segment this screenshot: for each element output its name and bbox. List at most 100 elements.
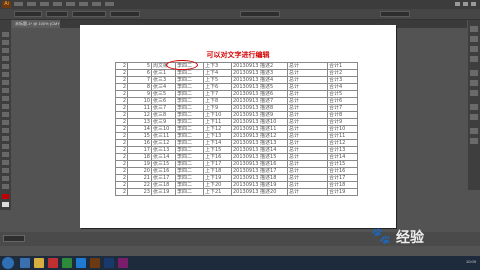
gradient-panel-icon[interactable] xyxy=(470,80,478,86)
table-row[interactable]: 2 23 张三19 李四二 上下21 20130913 描述20 总计 合计19 xyxy=(115,188,358,196)
table-cell[interactable]: 总计 xyxy=(287,90,328,98)
table-cell[interactable]: 2 xyxy=(115,97,128,105)
table-cell[interactable]: 合计7 xyxy=(327,104,358,112)
minimize-icon[interactable] xyxy=(455,2,460,6)
windows-start-icon[interactable] xyxy=(2,257,14,269)
table-cell[interactable]: 上下19 xyxy=(203,174,232,182)
table-row[interactable]: 2 6 张三1 李四二 上下4 20130913 描述3 总计 合计2 xyxy=(115,69,358,77)
symbols-panel-icon[interactable] xyxy=(470,56,478,62)
scale-tool-icon[interactable] xyxy=(2,112,9,117)
table-cell[interactable]: 合计10 xyxy=(327,125,358,133)
table-cell[interactable]: 李四二 xyxy=(175,153,204,161)
artboards-panel-icon[interactable] xyxy=(470,138,478,144)
table-cell[interactable]: 20130913 描述17 xyxy=(231,167,288,175)
hand-tool-icon[interactable] xyxy=(2,176,9,181)
mesh-tool-icon[interactable] xyxy=(2,152,9,157)
table-cell[interactable]: 20130913 描述19 xyxy=(231,181,288,189)
table-cell[interactable]: 李四二 xyxy=(175,118,204,126)
close-icon[interactable] xyxy=(471,2,476,6)
table-cell[interactable]: 李四二 xyxy=(175,69,204,77)
table-cell[interactable]: 2 xyxy=(115,174,128,182)
table-cell[interactable]: 张三12 xyxy=(151,139,176,147)
table-cell[interactable]: 2 xyxy=(115,76,128,84)
table-cell[interactable]: 20130913 描述4 xyxy=(231,76,288,84)
table-cell[interactable]: 张三3 xyxy=(151,76,176,84)
table-cell[interactable]: 20130913 描述8 xyxy=(231,104,288,112)
table-cell[interactable]: 14 xyxy=(127,125,152,133)
table-cell[interactable]: 合计13 xyxy=(327,146,358,154)
table-cell[interactable]: 张三1 xyxy=(151,69,176,77)
table-cell[interactable]: 总计 xyxy=(287,188,328,196)
table-cell[interactable]: 总计 xyxy=(287,69,328,77)
pen-tool-icon[interactable] xyxy=(2,56,9,61)
table-cell[interactable]: 李四二 xyxy=(175,188,204,196)
table-row[interactable]: 2 21 张三17 李四二 上下19 20130913 描述18 总计 合计17 xyxy=(115,174,358,182)
table-cell[interactable]: 张三14 xyxy=(151,153,176,161)
table-cell[interactable]: 20130913 描述12 xyxy=(231,132,288,140)
table-cell[interactable]: 总计 xyxy=(287,104,328,112)
table-cell[interactable]: 总计 xyxy=(287,125,328,133)
brush-control[interactable] xyxy=(72,11,106,17)
table-cell[interactable]: 2 xyxy=(115,83,128,91)
table-cell[interactable]: 总计 xyxy=(287,181,328,189)
table-cell[interactable]: 上下18 xyxy=(203,167,232,175)
table-cell[interactable]: 上下12 xyxy=(203,125,232,133)
table-cell[interactable]: 23 xyxy=(127,188,152,196)
stroke-control[interactable] xyxy=(46,11,68,17)
table-cell[interactable]: 李四二 xyxy=(175,181,204,189)
table-cell[interactable]: 20130913 描述9 xyxy=(231,111,288,119)
table-cell[interactable]: 7 xyxy=(127,76,152,84)
clock[interactable]: 10:09 xyxy=(440,259,476,267)
table-cell[interactable]: 合计8 xyxy=(327,111,358,119)
table-cell[interactable]: 总计 xyxy=(287,132,328,140)
table-cell[interactable]: 13 xyxy=(127,118,152,126)
table-cell[interactable]: 2 xyxy=(115,160,128,168)
table-row[interactable]: 2 8 张三4 李四二 上下6 20130913 描述5 总计 合计4 xyxy=(115,83,358,91)
direct-select-tool-icon[interactable] xyxy=(2,40,9,45)
table-row[interactable]: 2 16 张三12 李四二 上下14 20130913 描述13 总计 合计12 xyxy=(115,139,358,147)
menu-items[interactable] xyxy=(14,2,114,6)
table-cell[interactable]: 合计16 xyxy=(327,167,358,175)
selection-tool-icon[interactable] xyxy=(2,32,9,37)
table-cell[interactable]: 张三18 xyxy=(151,181,176,189)
table-cell[interactable]: 合计15 xyxy=(327,160,358,168)
style-control[interactable] xyxy=(240,11,280,17)
table-cell[interactable]: 总计 xyxy=(287,167,328,175)
table-cell[interactable]: 总计 xyxy=(287,97,328,105)
table-row[interactable]: 2 5 周文彬 李四二 上下3 20130913 描述2 总计 合计1 xyxy=(115,62,358,70)
table-cell[interactable]: 李四二 xyxy=(175,174,204,182)
table-cell[interactable]: 2 xyxy=(115,111,128,119)
media-player-icon[interactable] xyxy=(48,258,58,268)
menu-item[interactable] xyxy=(79,2,88,6)
table-cell[interactable]: 上下21 xyxy=(203,188,232,196)
table-cell[interactable]: 20130913 描述13 xyxy=(231,139,288,147)
menu-item[interactable] xyxy=(14,2,23,6)
table-cell[interactable]: 合计3 xyxy=(327,76,358,84)
tab-document[interactable]: 未标题-1* @ 100% (CMYK/预览) xyxy=(12,20,60,28)
table-cell[interactable]: 2 xyxy=(115,90,128,98)
table-cell[interactable]: 张三7 xyxy=(151,104,176,112)
maximize-icon[interactable] xyxy=(463,2,468,6)
table-cell[interactable]: 张三15 xyxy=(151,160,176,168)
table-cell[interactable]: 9 xyxy=(127,90,152,98)
table-cell[interactable]: 合计17 xyxy=(327,174,358,182)
table-cell[interactable]: 2 xyxy=(115,104,128,112)
app-icon[interactable] xyxy=(76,258,86,268)
table-cell[interactable]: 20130913 描述5 xyxy=(231,83,288,91)
table-cell[interactable]: 20 xyxy=(127,167,152,175)
table-cell[interactable]: 2 xyxy=(115,146,128,154)
table-cell[interactable]: 合计2 xyxy=(327,69,358,77)
table-cell[interactable]: 合计11 xyxy=(327,132,358,140)
free-transform-tool-icon[interactable] xyxy=(2,128,9,133)
table-cell[interactable]: 合计4 xyxy=(327,83,358,91)
table-cell[interactable]: 总计 xyxy=(287,174,328,182)
table-cell[interactable]: 合计9 xyxy=(327,118,358,126)
table-row[interactable]: 2 12 张三8 李四二 上下10 20130913 描述9 总计 合计8 xyxy=(115,111,358,119)
app-icon[interactable] xyxy=(62,258,72,268)
table-cell[interactable]: 合计1 xyxy=(327,62,358,70)
brush-tool-icon[interactable] xyxy=(2,88,9,93)
table-cell[interactable]: 总计 xyxy=(287,118,328,126)
table-cell[interactable]: 合计14 xyxy=(327,153,358,161)
menu-item[interactable] xyxy=(40,2,49,6)
table-cell[interactable]: 张三16 xyxy=(151,167,176,175)
